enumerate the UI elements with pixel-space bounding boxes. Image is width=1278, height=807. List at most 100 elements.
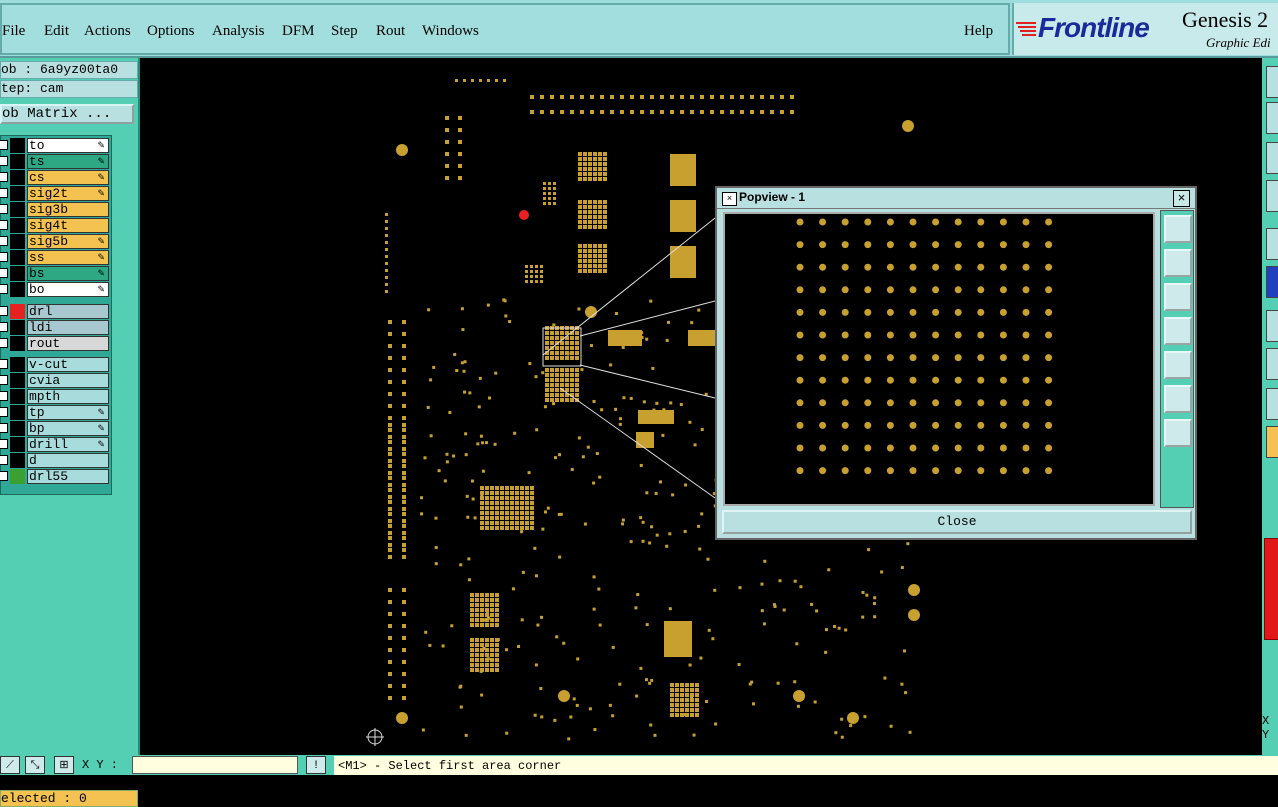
zoom-in-icon[interactable]: [1164, 385, 1192, 413]
layer-row-d[interactable]: d: [0, 453, 111, 468]
layer-name[interactable]: bo ✎: [27, 282, 109, 297]
layer-row-bo[interactable]: bo ✎: [0, 282, 111, 297]
layer-row-cs[interactable]: cs ✎: [0, 170, 111, 185]
layer-checkbox[interactable]: [0, 322, 8, 332]
layer-color-swatch[interactable]: [10, 437, 25, 452]
right-tool-5[interactable]: [1266, 228, 1278, 260]
layer-color-swatch[interactable]: [10, 218, 25, 233]
layer-checkbox[interactable]: [0, 204, 8, 214]
layer-color-swatch[interactable]: [10, 421, 25, 436]
layer-name[interactable]: ts ✎: [27, 154, 109, 169]
layer-name[interactable]: d: [27, 453, 109, 468]
layer-name[interactable]: bp ✎: [27, 421, 109, 436]
status-grid-icon[interactable]: ⊞: [54, 756, 74, 774]
layer-checkbox[interactable]: [0, 268, 8, 278]
layer-name[interactable]: ldi: [27, 320, 109, 335]
layer-checkbox[interactable]: [0, 156, 8, 166]
layer-name[interactable]: sig2t ✎: [27, 186, 109, 201]
layer-color-swatch[interactable]: [10, 336, 25, 351]
right-tool-10[interactable]: [1266, 426, 1278, 458]
layer-color-swatch[interactable]: [10, 186, 25, 201]
layer-checkbox[interactable]: [0, 306, 8, 316]
pan-up-icon[interactable]: [1164, 249, 1192, 277]
layer-row-tp[interactable]: tp ✎: [0, 405, 111, 420]
layer-row-to[interactable]: to ✎: [0, 138, 111, 153]
layer-row-mpth[interactable]: mpth: [0, 389, 111, 404]
menu-step[interactable]: Step: [331, 23, 358, 40]
layer-color-swatch[interactable]: [10, 304, 25, 319]
menu-windows[interactable]: Windows: [422, 23, 479, 40]
menu-analysis[interactable]: Analysis: [212, 23, 265, 40]
layer-color-swatch[interactable]: [10, 138, 25, 153]
layer-color-swatch[interactable]: [10, 320, 25, 335]
layer-row-drl55[interactable]: drl55: [0, 469, 111, 484]
layer-row-drl[interactable]: drl: [0, 304, 111, 319]
xy-input[interactable]: [132, 756, 298, 774]
layer-color-swatch[interactable]: [10, 389, 25, 404]
close-icon[interactable]: ×: [1173, 190, 1190, 207]
layer-name[interactable]: sig3b: [27, 202, 109, 217]
right-tool-9[interactable]: [1266, 388, 1278, 420]
layer-checkbox[interactable]: [0, 252, 8, 262]
layer-row-bs[interactable]: bs ✎: [0, 266, 111, 281]
layer-checkbox[interactable]: [0, 455, 8, 465]
menu-file[interactable]: File: [2, 23, 25, 40]
layer-name[interactable]: cvia: [27, 373, 109, 388]
layer-color-swatch[interactable]: [10, 202, 25, 217]
layer-checkbox[interactable]: [0, 391, 8, 401]
layer-name[interactable]: sig5b ✎: [27, 234, 109, 249]
layer-row-sig2t[interactable]: sig2t ✎: [0, 186, 111, 201]
layer-row-sig5b[interactable]: sig5b ✎: [0, 234, 111, 249]
layer-color-swatch[interactable]: [10, 373, 25, 388]
layer-color-swatch[interactable]: [10, 170, 25, 185]
layer-color-swatch[interactable]: [10, 357, 25, 372]
status-tool-1-icon[interactable]: ⟋: [0, 756, 20, 774]
layer-color-swatch[interactable]: [10, 154, 25, 169]
layer-checkbox[interactable]: [0, 188, 8, 198]
right-tool-2[interactable]: [1266, 102, 1278, 134]
layer-checkbox[interactable]: [0, 439, 8, 449]
layer-checkbox[interactable]: [0, 140, 8, 150]
popview-titlebar[interactable]: × Popview - 1 ×: [717, 188, 1195, 209]
layer-row-sig3b[interactable]: sig3b: [0, 202, 111, 217]
layer-name[interactable]: cs ✎: [27, 170, 109, 185]
layer-color-swatch[interactable]: [10, 250, 25, 265]
menu-dfm[interactable]: DFM: [282, 23, 315, 40]
pan-left-icon[interactable]: [1164, 317, 1192, 345]
right-tool-3[interactable]: [1266, 142, 1278, 174]
layer-name[interactable]: drl55: [27, 469, 109, 484]
layer-row-ss[interactable]: ss ✎: [0, 250, 111, 265]
layer-checkbox[interactable]: [0, 284, 8, 294]
right-tool-6[interactable]: [1266, 266, 1278, 298]
layer-name[interactable]: drl: [27, 304, 109, 319]
layer-checkbox[interactable]: [0, 172, 8, 182]
layer-row-cvia[interactable]: cvia: [0, 373, 111, 388]
zoom-fit-icon[interactable]: [1164, 215, 1192, 243]
layer-checkbox[interactable]: [0, 220, 8, 230]
layer-row-sig4t[interactable]: sig4t: [0, 218, 111, 233]
right-tool-1[interactable]: [1266, 66, 1278, 98]
layer-name[interactable]: v-cut: [27, 357, 109, 372]
layer-name[interactable]: rout: [27, 336, 109, 351]
layer-color-swatch[interactable]: [10, 405, 25, 420]
zoom-out-icon[interactable]: [1164, 419, 1192, 447]
menu-actions[interactable]: Actions: [84, 23, 131, 40]
layer-color-swatch[interactable]: [10, 469, 25, 484]
layer-checkbox[interactable]: [0, 359, 8, 369]
popview-close-button[interactable]: Close: [722, 510, 1192, 534]
layer-name[interactable]: mpth: [27, 389, 109, 404]
layer-color-swatch[interactable]: [10, 266, 25, 281]
layer-row-ldi[interactable]: ldi: [0, 320, 111, 335]
layer-row-drill[interactable]: drill ✎: [0, 437, 111, 452]
menu-edit[interactable]: Edit: [44, 23, 69, 40]
pan-right-icon[interactable]: [1164, 351, 1192, 379]
right-tool-8[interactable]: [1266, 348, 1278, 380]
layer-checkbox[interactable]: [0, 236, 8, 246]
status-tool-2-icon[interactable]: ⤡: [25, 756, 45, 774]
layer-row-rout[interactable]: rout: [0, 336, 111, 351]
menu-rout[interactable]: Rout: [376, 23, 405, 40]
layer-color-swatch[interactable]: [10, 453, 25, 468]
layer-row-bp[interactable]: bp ✎: [0, 421, 111, 436]
layer-name[interactable]: sig4t: [27, 218, 109, 233]
layer-name[interactable]: bs ✎: [27, 266, 109, 281]
